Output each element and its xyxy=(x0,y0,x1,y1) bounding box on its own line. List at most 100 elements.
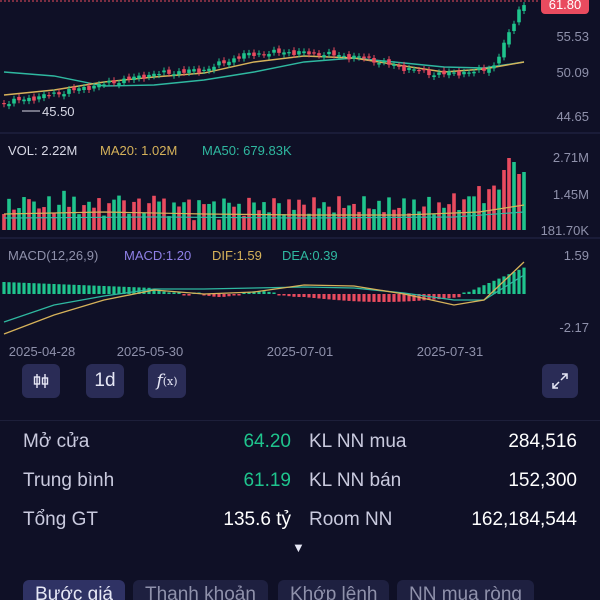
candle-body xyxy=(302,51,306,54)
stock-chart[interactable]: 61.80 55.53 50.09 44.65 45.50 VOL: 2.22M… xyxy=(0,0,600,360)
open-value: 64.20 xyxy=(243,431,291,452)
macd-bar xyxy=(27,283,31,294)
candle-body xyxy=(312,52,316,54)
macd-axis-label: 1.59 xyxy=(564,248,589,263)
macd-bar xyxy=(362,294,366,302)
macd-bar xyxy=(312,294,316,298)
volume-bar xyxy=(27,199,31,230)
vol-label: VOL: 2.22M xyxy=(8,143,77,158)
candlestick-icon[interactable] xyxy=(22,364,60,398)
volume-bar xyxy=(497,189,501,230)
volume-bar xyxy=(352,203,356,230)
candle-body xyxy=(42,94,46,99)
volume-bar xyxy=(87,201,91,230)
macd-bar xyxy=(17,282,21,294)
candle-body xyxy=(192,69,196,72)
volume-bar xyxy=(62,190,66,230)
candle-body xyxy=(372,57,376,63)
tab-bar: Bước giá Thanh khoản Khớp lệnh NN mua rò… xyxy=(0,574,600,600)
expand-icon[interactable] xyxy=(542,364,578,398)
volume-bar xyxy=(32,201,36,230)
macd-bar xyxy=(447,294,451,299)
volume-bar xyxy=(72,196,76,230)
dea-value: DEA:0.39 xyxy=(282,248,338,263)
volume-bar xyxy=(362,196,366,230)
volume-bar xyxy=(442,207,446,230)
candle-body xyxy=(267,53,271,57)
macd-bar xyxy=(382,294,386,302)
low-marker-label: 45.50 xyxy=(42,104,75,119)
tab-thanh-khoan[interactable]: Thanh khoản xyxy=(133,580,268,600)
macd-bar xyxy=(267,291,271,294)
macd-bar xyxy=(282,294,286,296)
function-icon[interactable]: f (x) xyxy=(148,364,186,398)
macd-bar xyxy=(372,294,376,302)
volume-bar xyxy=(17,208,21,230)
volume-bar xyxy=(337,196,341,230)
interval-button[interactable]: 1d xyxy=(86,364,124,398)
stat-row: Tổng GT 135.6 tỷ Room NN 162,184,544 xyxy=(0,509,600,539)
tab-buoc-gia[interactable]: Bước giá xyxy=(23,580,125,600)
tab-nn-mua-rong[interactable]: NN mua ròng xyxy=(397,580,534,600)
macd-bar xyxy=(67,284,71,294)
candle-body xyxy=(167,69,171,74)
volume-bar xyxy=(312,197,316,230)
macd-bar xyxy=(162,291,166,294)
volume-bar xyxy=(502,170,506,230)
volume-bar xyxy=(67,206,71,230)
candle-body xyxy=(92,85,96,89)
macd-bar xyxy=(12,282,16,294)
candle-body xyxy=(12,98,16,104)
candle-body xyxy=(292,50,296,55)
candle-body xyxy=(467,72,471,74)
volume-bar xyxy=(157,201,161,230)
candle-body xyxy=(67,89,71,94)
volume-bar xyxy=(387,197,391,230)
candle-body xyxy=(397,65,401,67)
room-value: 162,184,544 xyxy=(471,509,577,530)
candle-body xyxy=(132,76,136,81)
candle-body xyxy=(307,51,311,55)
macd-bar xyxy=(467,291,471,294)
total-value: 135.6 tỷ xyxy=(223,509,291,530)
candle-body xyxy=(337,55,341,57)
candle-body xyxy=(482,67,486,71)
date-label: 2025-05-30 xyxy=(117,344,184,359)
candle-body xyxy=(97,83,101,88)
candle-body xyxy=(137,75,141,79)
volume-bar xyxy=(217,219,221,230)
volume-bar xyxy=(237,203,241,230)
candle-body xyxy=(127,76,131,80)
tab-khop-lenh[interactable]: Khớp lệnh xyxy=(278,580,390,600)
macd-bar xyxy=(112,286,116,294)
macd-bar xyxy=(402,294,406,302)
candle-body xyxy=(367,56,371,58)
candle-body xyxy=(507,32,511,45)
volume-bar xyxy=(452,193,456,230)
candle-body xyxy=(332,50,336,56)
candle-body xyxy=(427,69,431,76)
macd-bar xyxy=(397,294,401,302)
nn-sell-label: KL NN bán xyxy=(309,470,402,491)
expand-stats-icon[interactable]: ▼ xyxy=(292,540,305,555)
macd-bar xyxy=(352,294,356,302)
macd-value: MACD:1.20 xyxy=(124,248,191,263)
volume-bar xyxy=(257,210,261,230)
candle-body xyxy=(392,64,396,66)
candle-body xyxy=(162,70,166,73)
volume-bar xyxy=(407,213,411,230)
volume-axis-label: 1.45M xyxy=(553,187,589,202)
candle-body xyxy=(212,66,216,71)
candle-body xyxy=(327,51,331,55)
candle-body xyxy=(232,58,236,63)
macd-bar xyxy=(357,294,361,302)
total-label: Tổng GT xyxy=(23,509,98,530)
volume-bar xyxy=(462,199,466,230)
volume-axis-label: 2.71M xyxy=(553,150,589,165)
volume-bar xyxy=(372,209,376,230)
candle-body xyxy=(407,68,411,70)
candle-body xyxy=(27,97,31,102)
candle-body xyxy=(62,94,66,97)
chart-toolbar: 1d f (x) xyxy=(0,362,600,400)
current-price-label: 61.80 xyxy=(549,0,582,12)
